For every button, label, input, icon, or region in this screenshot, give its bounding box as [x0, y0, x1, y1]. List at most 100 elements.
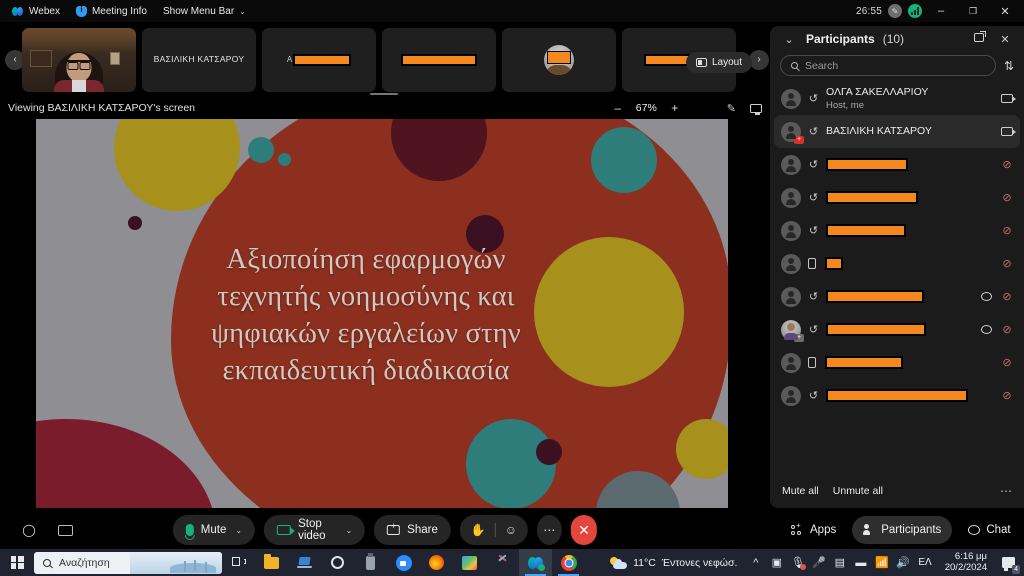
file-explorer-button[interactable] — [255, 549, 288, 576]
participant-row[interactable]: ↺ ⊘ — [774, 181, 1020, 214]
chevron-down-icon[interactable]: ⌄ — [780, 33, 798, 46]
webex-meeting-window: Webex Meeting Info Show Menu Bar ⌄ 26:55… — [0, 0, 1024, 576]
share-button[interactable]: Share — [374, 515, 451, 545]
close-panel-button[interactable]: ✕ — [996, 33, 1014, 46]
chevron-down-icon[interactable]: ⌄ — [235, 526, 242, 535]
captions-button[interactable]: ⌄ — [58, 520, 91, 540]
mute-button[interactable]: Mute ⌄ — [172, 515, 256, 545]
participant-row[interactable]: ⊘ — [774, 247, 1020, 280]
connection-bars-icon[interactable] — [908, 4, 922, 18]
panel-more-button[interactable]: ⋯ — [1000, 484, 1012, 498]
filmstrip-next-button[interactable]: › — [749, 49, 769, 70]
chrome-button[interactable] — [552, 549, 585, 576]
search-input[interactable] — [805, 59, 985, 72]
screenshot-tray-icon[interactable]: ▤ — [829, 549, 850, 576]
webex-taskbar-button[interactable] — [519, 549, 552, 576]
leave-meeting-button[interactable]: ✕ — [570, 515, 598, 545]
layout-icon — [695, 58, 707, 67]
participant-row[interactable]: ↺ ΟΛΓΑ ΣΑΚΕΛΛΑΡΙΟΥ Host, me — [774, 82, 1020, 115]
close-window-button[interactable]: ✕ — [992, 1, 1018, 21]
raise-hand-icon: ↺ — [808, 93, 819, 105]
settings-button[interactable] — [321, 549, 354, 576]
chevron-down-icon[interactable]: ⌄ — [345, 526, 352, 535]
popout-icon[interactable] — [970, 31, 988, 45]
task-view-button[interactable] — [222, 549, 255, 576]
layout-button[interactable]: Layout — [685, 52, 752, 73]
participant-row[interactable]: + ↺ ⊘ — [774, 313, 1020, 346]
mute-all-button[interactable]: Mute all — [782, 485, 819, 497]
reaction-icon[interactable]: ☺ — [505, 523, 517, 537]
maximize-button[interactable]: ❐ — [960, 1, 986, 21]
participants-list[interactable]: ↺ ΟΛΓΑ ΣΑΚΕΛΛΑΡΙΟΥ Host, me + ↺ ΒΑΣΙΛΙΚΗ… — [770, 82, 1024, 462]
raise-hand-icon: ↺ — [808, 126, 819, 138]
meeting-info-button[interactable]: Meeting Info — [68, 1, 155, 21]
participant-row[interactable]: ⊘ — [774, 346, 1020, 379]
avatar: + — [781, 121, 804, 144]
clock[interactable]: 6:16 μμ 20/2/2024 — [937, 551, 995, 574]
video-camera-icon — [277, 525, 296, 535]
taskbar-search-box[interactable]: Αναζήτηση — [34, 551, 222, 574]
presentation-slide[interactable]: Αξιοποίηση εφαρμογών τεχνητής νοημοσύνης… — [36, 119, 728, 508]
webex-brand: Webex — [4, 1, 68, 21]
firefox-button[interactable] — [420, 549, 453, 576]
zoom-in-button[interactable]: + — [669, 101, 681, 115]
video-thumbnail-participant[interactable] — [382, 27, 496, 92]
usb-device-button[interactable] — [354, 549, 387, 576]
zoom-app-button[interactable] — [387, 549, 420, 576]
network-quality-icon[interactable]: ✎ — [888, 4, 902, 18]
apps-button[interactable]: Apps — [780, 516, 847, 544]
chrome-icon — [560, 554, 577, 571]
more-options-button[interactable]: ⋯ — [537, 515, 562, 545]
participant-row[interactable]: ↺ ⊘ — [774, 379, 1020, 412]
chat-button[interactable]: Chat — [957, 516, 1021, 544]
fit-screen-icon[interactable] — [750, 103, 762, 115]
zoom-out-button[interactable]: – — [612, 101, 624, 115]
participant-row[interactable]: + ↺ ΒΑΣΙΛΙΚΗ ΚΑΤΣΑΡΟΥ — [774, 115, 1020, 148]
participant-row[interactable]: ↺ ⊘ — [774, 148, 1020, 181]
sort-icon[interactable]: ⇅ — [1004, 59, 1014, 73]
mic-muted-tray-icon[interactable]: 🎙 — [787, 549, 808, 576]
search-box[interactable] — [780, 55, 996, 76]
participant-row[interactable]: ↺ ⊘ — [774, 280, 1020, 313]
video-thumbnail-avatar[interactable] — [502, 27, 616, 92]
raise-hand-icon: ↺ — [808, 225, 819, 237]
record-icon[interactable]: ◯ — [14, 515, 44, 545]
annotate-icon[interactable]: ✎ — [727, 102, 736, 115]
firefox-icon — [429, 555, 444, 570]
start-button[interactable] — [0, 556, 34, 569]
unmute-all-button[interactable]: Unmute all — [833, 485, 883, 497]
mic-muted-icon: ⊘ — [1002, 324, 1012, 336]
language-indicator[interactable]: ΕΛ — [913, 557, 936, 568]
slide-circle — [128, 216, 142, 230]
remote-desktop-button[interactable] — [288, 549, 321, 576]
webex-logo-icon — [12, 6, 24, 17]
notification-center-button[interactable]: 4 — [995, 549, 1021, 576]
filmstrip-scrollbar[interactable] — [370, 93, 398, 95]
raise-hand-icon: ↺ — [808, 192, 819, 204]
video-thumbnail-participant[interactable]: Α — [262, 27, 376, 92]
usb-icon — [366, 552, 375, 570]
video-thumbnail-participant[interactable]: ΒΑΣΙΛΙΚΗ ΚΑΤΣΑΡΟΥ — [142, 27, 256, 92]
battery-icon[interactable]: ▬ — [850, 549, 871, 576]
chat-bubble-icon[interactable] — [981, 292, 992, 301]
share-screen-icon — [387, 522, 401, 535]
video-thumbnail-self[interactable] — [22, 27, 136, 92]
participants-button[interactable]: Participants — [852, 516, 953, 544]
chat-bubble-icon[interactable] — [981, 325, 992, 334]
paint-button[interactable] — [453, 549, 486, 576]
volume-icon[interactable]: 🔊 — [892, 549, 913, 576]
apps-icon — [791, 521, 804, 536]
slide-title-line: Αξιοποίηση εφαρμογών — [226, 244, 506, 275]
tray-expand-button[interactable]: ^ — [745, 549, 766, 576]
stop-video-button[interactable]: Stop video ⌄ — [264, 515, 366, 545]
participant-row[interactable]: ↺ ⊘ — [774, 214, 1020, 247]
snipping-tool-button[interactable] — [486, 549, 519, 576]
webcam-tray-icon[interactable]: ▣ — [766, 549, 787, 576]
wifi-icon[interactable]: 📶 — [871, 549, 892, 576]
weather-widget[interactable]: 11°C Έντονες νεφώσ. — [602, 556, 745, 569]
microphone-tray-icon[interactable]: 🎤 — [808, 549, 829, 576]
raise-hand-icon[interactable]: ✋ — [471, 523, 486, 537]
show-menu-bar-button[interactable]: Show Menu Bar ⌄ — [155, 1, 254, 21]
weather-description: Έντονες νεφώσ. — [661, 556, 738, 569]
minimize-button[interactable]: – — [928, 1, 954, 21]
